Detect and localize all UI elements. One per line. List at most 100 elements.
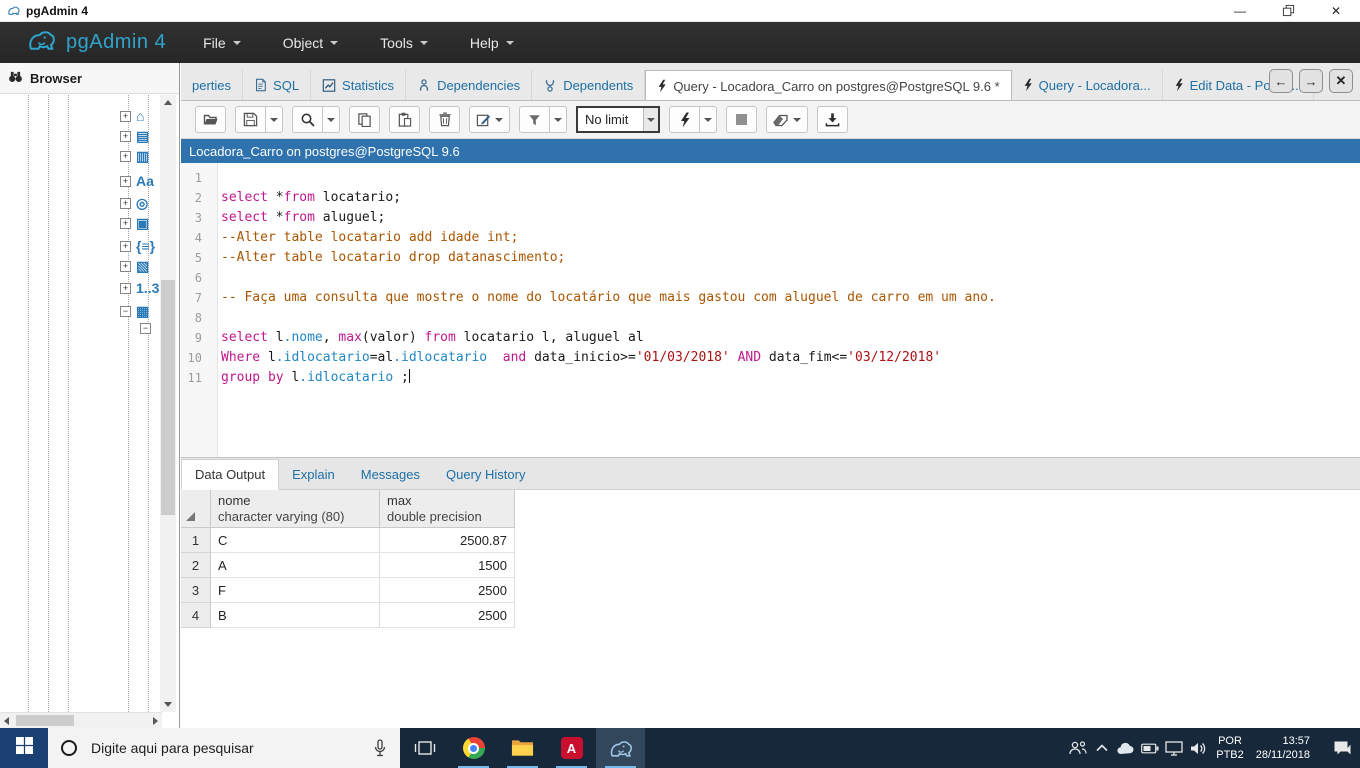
row-number-cell[interactable]: 1 [181, 528, 211, 553]
tree-node[interactable]: + ▣ [120, 215, 149, 232]
object-tree[interactable]: + ⌂ + ▤ + ▥ + Aa + ◎ + ▣ + {≡} + ▧ +1..3− ▦ − [0, 95, 159, 712]
tree-horizontal-scrollbar[interactable] [0, 712, 162, 728]
people-icon[interactable] [1066, 728, 1090, 768]
arrow-right-icon[interactable]: → [1299, 69, 1323, 93]
tab-perties[interactable]: perties [181, 70, 244, 100]
toolbar-paste-button[interactable] [389, 106, 420, 133]
tree-vertical-scrollbar[interactable] [160, 95, 176, 712]
tree-expand-toggle[interactable]: + [120, 218, 131, 229]
volume-icon[interactable] [1186, 728, 1210, 768]
tab-dependents[interactable]: Dependents [532, 70, 646, 100]
results-tab-data-output[interactable]: Data Output [181, 459, 280, 490]
onedrive-icon[interactable] [1114, 728, 1138, 768]
results-tab-query-history[interactable]: Query History [433, 459, 538, 489]
menu-object[interactable]: Object [262, 22, 359, 63]
tree-expand-toggle[interactable]: − [140, 323, 151, 334]
chevron-up-icon[interactable] [1090, 728, 1114, 768]
tree-expand-toggle[interactable]: + [120, 151, 131, 162]
tree-expand-toggle[interactable]: − [120, 306, 131, 317]
tree-node[interactable]: + ◎ [120, 195, 148, 212]
close-icon[interactable]: ✕ [1329, 69, 1353, 93]
vertical-scroll-thumb[interactable] [161, 280, 175, 515]
row-number-cell[interactable]: 2 [181, 553, 211, 578]
tree-expand-toggle[interactable]: + [120, 110, 131, 122]
toolbar-save-button[interactable] [235, 106, 266, 133]
action-center-icon[interactable] [1330, 728, 1354, 768]
taskbar-task-view-button[interactable] [400, 728, 449, 768]
scroll-right-arrow-icon[interactable] [153, 717, 158, 725]
cell-nome[interactable]: F [211, 578, 380, 603]
cell-nome[interactable]: A [211, 553, 380, 578]
cell-max[interactable]: 2500.87 [380, 528, 515, 553]
toolbar-copy-button[interactable] [349, 106, 380, 133]
select-all-corner[interactable] [181, 490, 211, 528]
tree-node[interactable]: − ▦ [120, 303, 149, 320]
menu-tools[interactable]: Tools [359, 22, 449, 63]
cell-max[interactable]: 2500 [380, 603, 515, 628]
arrow-left-icon[interactable]: ← [1269, 69, 1293, 93]
tab-query-locadora-carro-on-postgr[interactable]: Query - Locadora_Carro on postgres@Postg… [645, 70, 1012, 100]
cell-nome[interactable]: B [211, 603, 380, 628]
taskbar-acrobat-button[interactable]: A [547, 728, 596, 768]
toolbar-clear-button[interactable] [766, 106, 808, 133]
restore-button[interactable] [1264, 0, 1312, 21]
rows-limit-select[interactable]: No limit [576, 106, 660, 133]
tree-node[interactable]: − [140, 323, 151, 334]
tree-expand-toggle[interactable]: + [120, 240, 131, 252]
minimize-button[interactable]: — [1216, 0, 1264, 21]
toolbar-find-button[interactable] [292, 106, 323, 133]
battery-icon[interactable] [1138, 728, 1162, 768]
toolbar-delete-button[interactable] [429, 106, 460, 133]
taskbar-search-box[interactable]: Digite aqui para pesquisar [48, 728, 400, 768]
language-indicator[interactable]: POR PTB2 [1210, 734, 1250, 762]
tree-node[interactable]: + ⌂ [120, 108, 144, 124]
toolbar-download-button[interactable] [817, 106, 848, 133]
results-tab-messages[interactable]: Messages [348, 459, 433, 489]
sql-editor[interactable]: 1 2 select *from locatario; 3 select *from a… [181, 163, 1360, 457]
row-number-cell[interactable]: 4 [181, 603, 211, 628]
cell-max[interactable]: 1500 [380, 553, 515, 578]
toolbar-open-file-button[interactable] [195, 106, 226, 133]
toolbar-execute-button[interactable] [669, 106, 700, 133]
tree-node[interactable]: + Aa [120, 173, 154, 189]
toolbar-filter-button[interactable] [519, 106, 550, 133]
toolbar-stop-button[interactable] [726, 106, 757, 133]
column-header-nome[interactable]: nome character varying (80) [211, 490, 380, 528]
scroll-up-arrow-icon[interactable] [164, 100, 172, 105]
toolbar-caret-save-icon[interactable] [266, 106, 283, 133]
network-icon[interactable] [1162, 728, 1186, 768]
close-button[interactable]: ✕ [1312, 0, 1360, 21]
column-header-max[interactable]: max double precision [380, 490, 515, 528]
cell-nome[interactable]: C [211, 528, 380, 553]
toolbar-caret-execute-icon[interactable] [700, 106, 717, 133]
tree-expand-toggle[interactable]: + [120, 198, 131, 209]
microphone-icon[interactable] [373, 738, 387, 758]
toolbar-caret-find-icon[interactable] [323, 106, 340, 133]
toolbar-caret-filter-icon[interactable] [550, 106, 567, 133]
row-number-cell[interactable]: 3 [181, 578, 211, 603]
menu-file[interactable]: File [182, 22, 262, 63]
cell-max[interactable]: 2500 [380, 578, 515, 603]
tree-expand-toggle[interactable]: + [120, 282, 131, 294]
tree-expand-toggle[interactable]: + [120, 131, 131, 142]
chevron-down-icon[interactable] [643, 108, 658, 131]
tab-query-locadora-[interactable]: Query - Locadora... [1012, 70, 1163, 100]
tree-expand-toggle[interactable]: + [120, 261, 131, 272]
tab-statistics[interactable]: Statistics [311, 70, 407, 100]
taskbar-chrome-button[interactable] [449, 728, 498, 768]
tree-node[interactable]: + ▤ [120, 128, 149, 145]
tree-node[interactable]: +1..3 [120, 280, 159, 296]
tree-expand-toggle[interactable]: + [120, 175, 131, 187]
start-button[interactable] [0, 728, 48, 768]
scroll-left-arrow-icon[interactable] [4, 717, 9, 725]
tree-node[interactable]: + ▥ [120, 148, 149, 165]
tab-sql[interactable]: SQL [243, 70, 312, 100]
clock[interactable]: 13:57 28/11/2018 [1250, 734, 1316, 762]
menu-help[interactable]: Help [449, 22, 535, 63]
taskbar-file-explorer-button[interactable] [498, 728, 547, 768]
tab-dependencies[interactable]: Dependencies [406, 70, 533, 100]
results-tab-explain[interactable]: Explain [279, 459, 348, 489]
horizontal-scroll-thumb[interactable] [16, 715, 74, 726]
taskbar-pgadmin-button[interactable] [596, 728, 645, 768]
tree-node[interactable]: + ▧ [120, 258, 149, 275]
